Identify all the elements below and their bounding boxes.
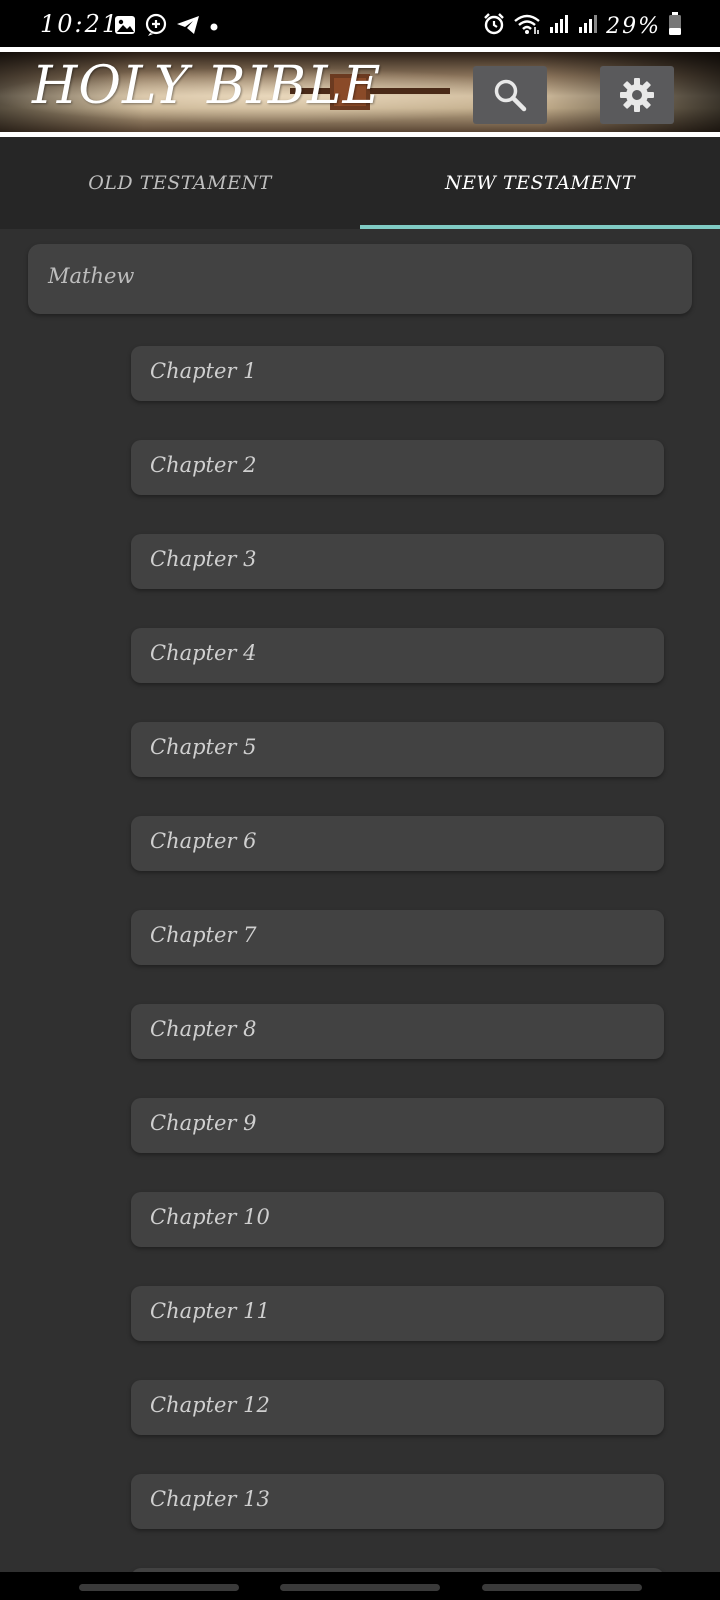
chapter-label: Chapter 11 [150, 1299, 270, 1323]
chapter-label: Chapter 3 [150, 547, 257, 571]
status-time: 10:21 [40, 10, 120, 38]
chapter-item[interactable]: Chapter 7 [131, 910, 664, 965]
book-label: Mathew [48, 264, 135, 288]
testament-tabs: OLD TESTAMENT NEW TESTAMENT [0, 137, 720, 229]
chapter-item[interactable]: Chapter 10 [131, 1192, 664, 1247]
alarm-icon [482, 12, 506, 40]
app-header: HOLY BIBLE [0, 47, 720, 137]
tab-label: OLD TESTAMENT [88, 172, 272, 194]
tab-label: NEW TESTAMENT [444, 172, 636, 194]
status-bar: 10:21 29% [0, 0, 720, 47]
chapter-item[interactable]: Chapter 5 [131, 722, 664, 777]
chapter-label: Chapter 1 [150, 359, 257, 383]
chapter-item[interactable]: Chapter 8 [131, 1004, 664, 1059]
chapter-item[interactable]: Chapter 6 [131, 816, 664, 871]
chapter-item[interactable]: Chapter 4 [131, 628, 664, 683]
chapter-label: Chapter 13 [150, 1487, 270, 1511]
gallery-icon [114, 15, 136, 39]
signal-icon [577, 14, 599, 38]
chapter-label: Chapter 4 [150, 641, 257, 665]
chapter-label: Chapter 7 [150, 923, 257, 947]
chapter-label: Chapter 10 [150, 1205, 270, 1229]
chapter-item[interactable]: Chapter 2 [131, 440, 664, 495]
book-list[interactable]: Mathew Chapter 1 Chapter 2 Chapter 3 Cha… [0, 229, 720, 1572]
dot-icon [208, 18, 220, 37]
chapter-item[interactable]: Chapter 9 [131, 1098, 664, 1153]
notification-icons [114, 13, 220, 41]
chapter-label: Chapter 6 [150, 829, 257, 853]
nav-recents-button[interactable] [79, 1584, 239, 1591]
app-title: HOLY BIBLE [32, 56, 382, 116]
chapter-item[interactable]: Chapter 1 [131, 346, 664, 401]
header-banner: HOLY BIBLE [0, 52, 720, 132]
search-icon [494, 79, 527, 112]
telegram-icon [176, 15, 200, 39]
chapter-label: Chapter 5 [150, 735, 257, 759]
chapter-item[interactable]: Chapter 13 [131, 1474, 664, 1529]
chapter-label: Chapter 9 [150, 1111, 257, 1135]
book-item-mathew[interactable]: Mathew [28, 244, 692, 314]
chapter-item[interactable]: Chapter 12 [131, 1380, 664, 1435]
navigation-bar [0, 1572, 720, 1600]
system-icons: 29% [482, 12, 682, 40]
plus-circle-icon [144, 13, 168, 41]
chapter-item[interactable]: Chapter 3 [131, 534, 664, 589]
nav-back-button[interactable] [482, 1584, 642, 1591]
chapter-label: Chapter 8 [150, 1017, 257, 1041]
battery-icon [668, 12, 682, 40]
chapter-label: Chapter 2 [150, 453, 257, 477]
gear-icon [620, 78, 654, 112]
search-button[interactable] [473, 66, 547, 124]
chapter-label: Chapter 12 [150, 1393, 270, 1417]
chapter-item[interactable]: Chapter 11 [131, 1286, 664, 1341]
settings-button[interactable] [600, 66, 674, 124]
tab-old-testament[interactable]: OLD TESTAMENT [0, 137, 360, 229]
wifi-icon [513, 13, 541, 39]
battery-text: 29% [606, 13, 661, 39]
signal-icon [548, 14, 570, 38]
tab-new-testament[interactable]: NEW TESTAMENT [360, 137, 720, 229]
nav-home-button[interactable] [280, 1584, 440, 1591]
